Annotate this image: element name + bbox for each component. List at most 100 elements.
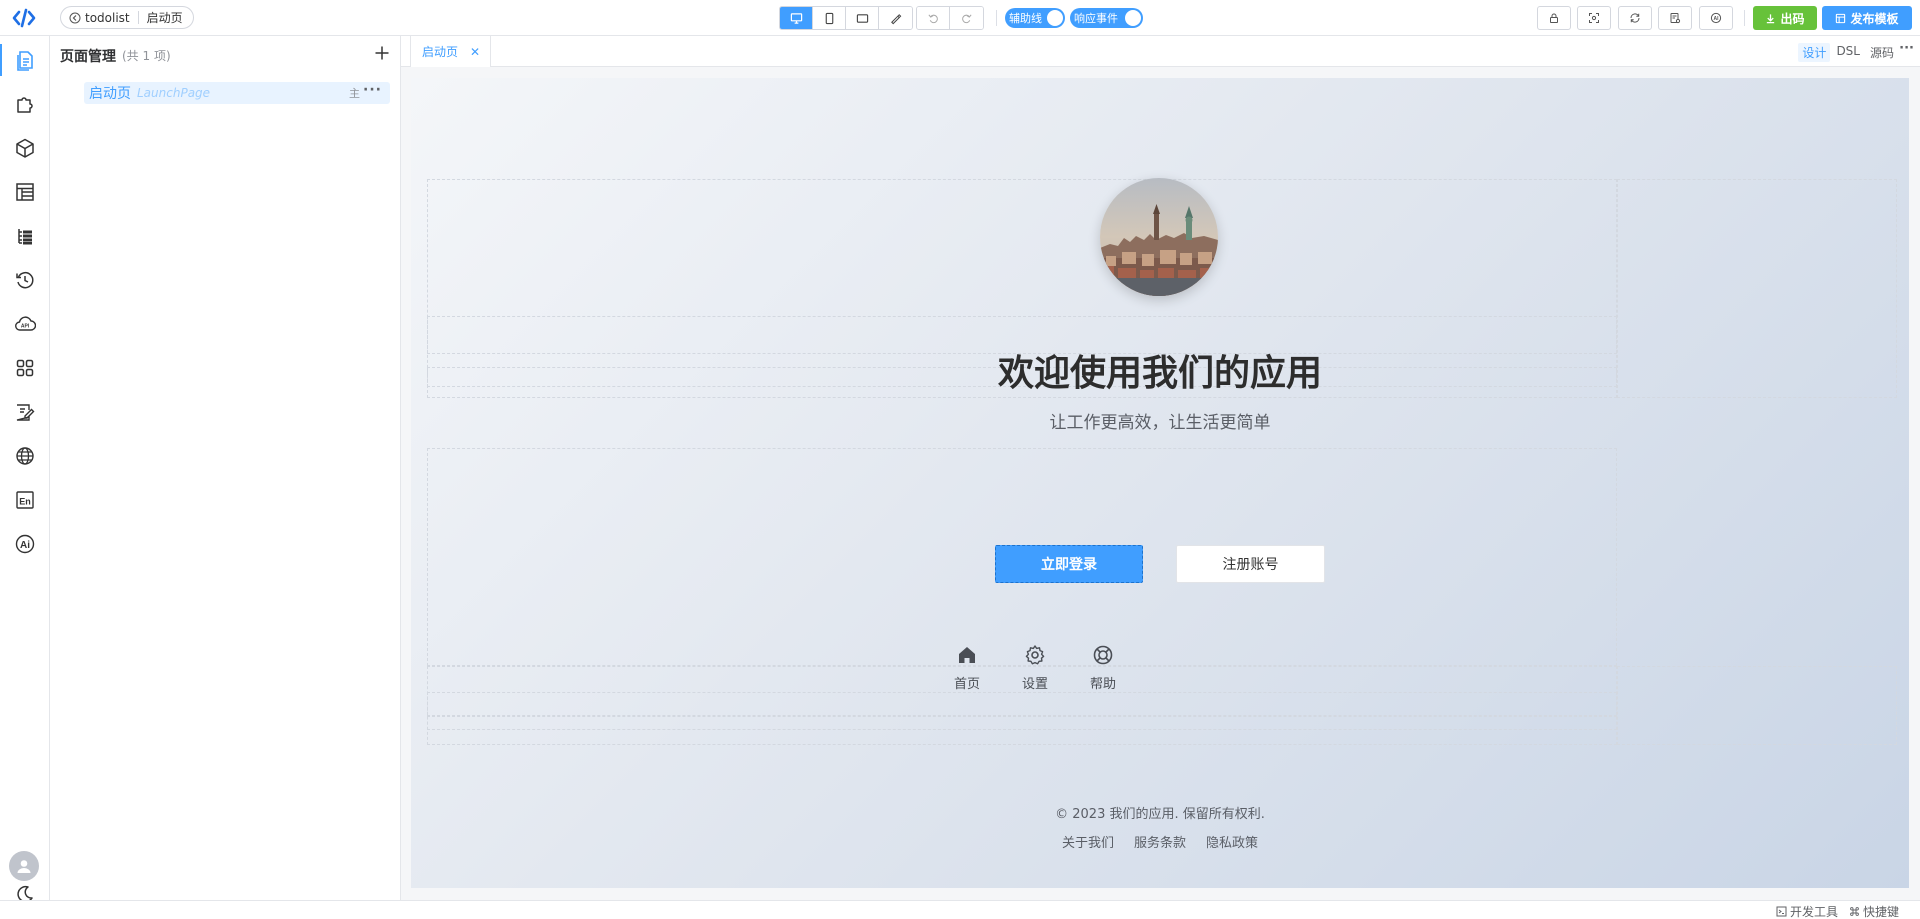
nav-item-home[interactable]: 首页 (942, 644, 992, 700)
editor-area: 启动页 ✕ 设计 DSL 源码 ··· 欢迎使用我们的应用 让工作更高效，让生活… (401, 36, 1920, 900)
page-more-icon[interactable]: ··· (363, 82, 382, 98)
ai-assistant-button[interactable]: AI (1699, 6, 1733, 30)
footer-links: 关于我们 服务条款 隐私政策 (411, 832, 1909, 851)
refresh-icon (1630, 13, 1640, 23)
nav-item-label: 首页 (953, 677, 980, 692)
rail-api-button[interactable]: API (0, 304, 50, 344)
rail-language-button[interactable]: En (0, 480, 50, 520)
lock-button[interactable] (1537, 6, 1571, 30)
tablet-view-button[interactable] (846, 7, 879, 29)
hero-city-image[interactable] (1100, 178, 1218, 296)
cube-icon (16, 138, 34, 158)
panel-title: 页面管理 (60, 49, 116, 65)
design-canvas[interactable]: 欢迎使用我们的应用 让工作更高效，让生活更简单 立即登录 注册账号 首页 设置 … (411, 78, 1909, 888)
mode-tab-design[interactable]: 设计 (1798, 43, 1831, 62)
nav-item-label: 设置 (1021, 677, 1048, 692)
guide-lines-label: 辅助线 (1009, 12, 1042, 25)
shortcuts-label: 快捷键 (1863, 905, 1900, 919)
nav-item-help[interactable]: 帮助 (1078, 644, 1128, 700)
footer-link-about[interactable]: 关于我们 (1062, 832, 1114, 851)
activity-bar: API En Ai (0, 36, 50, 903)
devtools-button[interactable]: 开发工具 (1776, 903, 1838, 919)
history-toolbar (916, 6, 984, 30)
footer-copyright: © 2023 我们的应用. 保留所有权利. (1055, 807, 1265, 822)
redo-button[interactable] (950, 7, 983, 29)
main-page-badge: 主 (349, 87, 360, 100)
nav-item-settings[interactable]: 设置 (1010, 644, 1060, 700)
status-bar: 开发工具 快捷键 (0, 900, 1920, 919)
rail-apps-button[interactable] (0, 348, 50, 388)
rail-plugins-button[interactable] (0, 83, 50, 123)
code-logo-icon[interactable] (12, 8, 36, 28)
user-icon (17, 860, 31, 873)
add-page-icon[interactable] (373, 44, 391, 62)
welcome-subtitle: 让工作更高效，让生活更简单 (1049, 413, 1271, 433)
globe-icon (16, 447, 34, 465)
device-toolbar (779, 6, 913, 30)
shortcuts-button[interactable]: 快捷键 (1849, 903, 1899, 919)
login-button[interactable]: 立即登录 (995, 545, 1143, 583)
edit-document-icon (16, 404, 35, 421)
help-icon (1093, 645, 1113, 665)
divider (1744, 10, 1745, 26)
nav-item-label: 帮助 (1089, 677, 1116, 692)
top-toolbar: todolist 启动页 辅助线 响应事件 AI 出码 发布模板 (0, 0, 1920, 36)
brush-tool-button[interactable] (879, 7, 912, 29)
footer-link-terms[interactable]: 服务条款 (1134, 832, 1186, 851)
current-page-name: 启动页 (146, 11, 183, 25)
export-code-label: 出码 (1780, 11, 1805, 26)
api-cloud-icon: API (15, 316, 36, 331)
footer-links-outline[interactable] (427, 716, 1617, 730)
mobile-icon (825, 12, 833, 24)
publish-template-button[interactable]: 发布模板 (1822, 6, 1912, 30)
svg-text:AI: AI (1714, 16, 1720, 22)
refresh-button[interactable] (1618, 6, 1652, 30)
devtools-icon (1776, 906, 1787, 917)
view-mode-tabs: 设计 DSL 源码 (1798, 43, 1898, 62)
editor-tabbar: 启动页 ✕ 设计 DSL 源码 ··· (401, 36, 1920, 67)
project-switcher[interactable]: todolist 启动页 (60, 6, 194, 29)
mobile-view-button[interactable] (813, 7, 846, 29)
ai-icon: AI (1710, 12, 1722, 24)
devtools-label: 开发工具 (1790, 905, 1839, 919)
page-list-item[interactable]: 启动页 LaunchPage 主 ··· (84, 82, 390, 104)
undo-button[interactable] (917, 7, 950, 29)
rail-i18n-button[interactable] (0, 436, 50, 476)
screenshot-button[interactable] (1577, 6, 1611, 30)
export-code-button[interactable]: 出码 (1753, 6, 1817, 30)
rail-history-button[interactable] (0, 260, 50, 300)
redo-icon (962, 13, 972, 23)
apps-grid-icon (16, 359, 34, 377)
toggle-knob (1125, 10, 1141, 26)
close-tab-icon[interactable]: ✕ (470, 45, 480, 59)
footer-link-privacy[interactable]: 隐私政策 (1206, 832, 1258, 851)
history-icon (16, 271, 34, 289)
city-image (1100, 178, 1218, 296)
svg-text:API: API (21, 324, 30, 330)
guide-lines-toggle[interactable]: 辅助线 (1005, 8, 1065, 28)
download-icon (1767, 13, 1775, 23)
rail-ai-button[interactable]: Ai (0, 524, 50, 564)
response-events-toggle[interactable]: 响应事件 (1070, 8, 1143, 28)
rail-pages-button[interactable] (0, 40, 50, 80)
ai-icon: Ai (15, 534, 35, 554)
footer-right-outline[interactable] (1617, 666, 1897, 745)
rail-layout-button[interactable] (0, 172, 50, 212)
mode-tab-source[interactable]: 源码 (1866, 43, 1898, 62)
mode-tab-dsl[interactable]: DSL (1832, 43, 1864, 62)
editor-tab-launch-page[interactable]: 启动页 ✕ (410, 36, 491, 67)
page-settings-button[interactable] (1658, 6, 1692, 30)
register-button[interactable]: 注册账号 (1176, 545, 1325, 583)
project-name: todolist (85, 10, 130, 25)
focus-icon (1589, 13, 1599, 23)
page-manager-panel: 页面管理 (共 1 项) 启动页 LaunchPage 主 ··· (50, 36, 401, 900)
rail-outline-button[interactable] (0, 216, 50, 256)
more-icon[interactable]: ··· (1899, 41, 1914, 56)
rail-components-button[interactable] (0, 128, 50, 168)
puzzle-icon (17, 97, 33, 113)
desktop-icon (790, 12, 802, 24)
back-circle-icon (69, 12, 81, 23)
desktop-view-button[interactable] (780, 7, 813, 29)
gear-icon (1025, 645, 1045, 665)
rail-edit-button[interactable] (0, 392, 50, 432)
